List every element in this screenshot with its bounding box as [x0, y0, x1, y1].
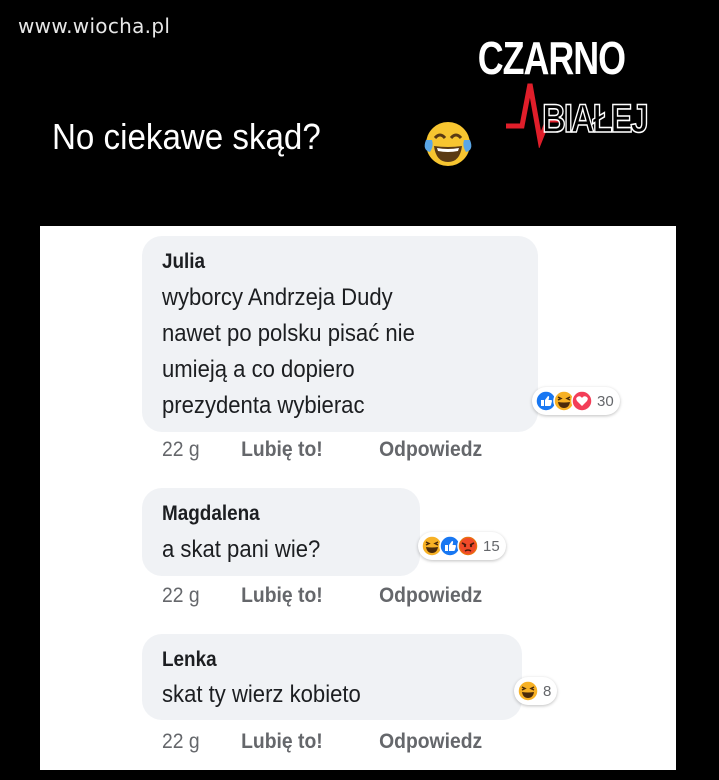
comment-line: a skat pani wie? — [162, 536, 321, 563]
comment-line: prezydenta wybierac — [162, 392, 365, 419]
like-link[interactable]: Lubię to! — [241, 730, 323, 754]
comment-actions: 22 g Lubię to! Odpowiedz — [162, 584, 548, 610]
comment-text: skat ty wierz kobieto — [162, 677, 361, 713]
reply-link[interactable]: Odpowiedz — [379, 438, 482, 462]
comment-line: skat ty wierz kobieto — [162, 681, 361, 708]
reactions-summary[interactable]: 8 — [514, 677, 558, 705]
reactions-summary[interactable]: 15 — [418, 532, 506, 560]
comment-actions: 22 g Lubię to! Odpowiedz — [162, 730, 548, 756]
haha-icon — [517, 680, 539, 702]
meme-page: www.wiocha.pl CZARNO BIAŁEJ No ciekawe s… — [0, 0, 719, 780]
comment-line: wyborcy Andrzeja Dudy — [162, 284, 393, 311]
logo-line1: CZARNO — [478, 33, 626, 84]
love-icon — [571, 390, 593, 412]
reply-link[interactable]: Odpowiedz — [379, 730, 482, 754]
reactions-summary[interactable]: 30 — [532, 387, 620, 415]
comment-text: wyborcy Andrzeja Dudy nawet po polsku pi… — [162, 280, 415, 424]
reaction-count: 30 — [597, 392, 614, 410]
comment-age[interactable]: 22 g — [162, 584, 200, 608]
comment-line: nawet po polsku pisać nie — [162, 320, 415, 347]
comment-text: a skat pani wie? — [162, 532, 320, 568]
comment-author[interactable]: Julia — [162, 250, 205, 274]
headline: No ciekawe skąd? — [52, 116, 321, 157]
reaction-count: 15 — [483, 537, 500, 555]
comment-actions: 22 g Lubię to! Odpowiedz — [162, 438, 548, 464]
like-link[interactable]: Lubię to! — [241, 438, 323, 462]
watermark: www.wiocha.pl — [18, 14, 171, 38]
reaction-count: 8 — [543, 682, 552, 700]
comments-card: Julia wyborcy Andrzeja Dudy nawet po pol… — [40, 226, 676, 770]
like-link[interactable]: Lubię to! — [241, 584, 323, 608]
comment-age[interactable]: 22 g — [162, 438, 200, 462]
reply-link[interactable]: Odpowiedz — [379, 584, 482, 608]
tears-of-joy-icon — [424, 122, 472, 166]
comment-line: umieją a co dopiero — [162, 356, 355, 383]
comment-age[interactable]: 22 g — [162, 730, 200, 754]
angry-icon — [457, 535, 479, 557]
czarno-na-bialej-logo: CZARNO BIAŁEJ — [478, 33, 649, 148]
comment-author[interactable]: Lenka — [162, 648, 217, 672]
logo-line2: BIAŁEJ — [542, 96, 649, 141]
comment-author[interactable]: Magdalena — [162, 502, 260, 526]
